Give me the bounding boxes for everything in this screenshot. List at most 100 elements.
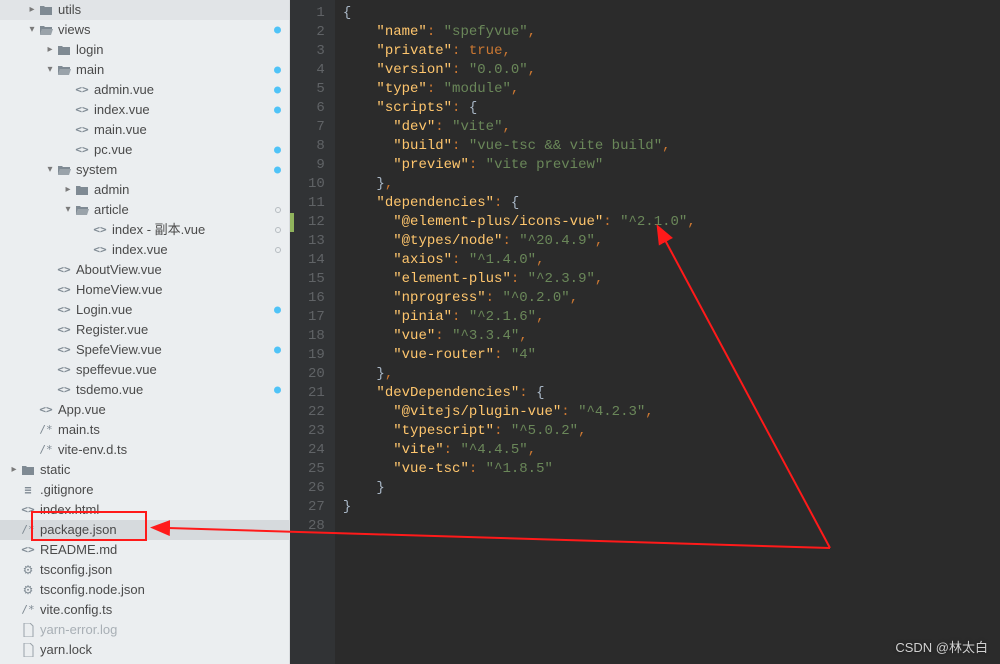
code-line[interactable]: "@element-plus/icons-vue": "^2.1.0", bbox=[343, 213, 696, 232]
chevron-icon: ▸ bbox=[44, 40, 56, 60]
tree-item[interactable]: /*main.ts bbox=[0, 420, 289, 440]
code-line[interactable]: "type": "module", bbox=[343, 80, 696, 99]
code-icon: <> bbox=[38, 402, 54, 418]
line-number: 8 bbox=[308, 137, 325, 156]
code-line[interactable]: "preview": "vite preview" bbox=[343, 156, 696, 175]
code-line[interactable]: { bbox=[343, 4, 696, 23]
vcs-dot-icon bbox=[274, 347, 281, 354]
line-number: 2 bbox=[308, 23, 325, 42]
tree-item[interactable]: <>App.vue bbox=[0, 400, 289, 420]
line-number: 19 bbox=[308, 346, 325, 365]
tree-item[interactable]: /*vite.config.ts bbox=[0, 600, 289, 620]
tree-item-label: Register.vue bbox=[76, 320, 148, 340]
code-icon: <> bbox=[92, 242, 108, 258]
tree-item[interactable]: <>SpefeView.vue bbox=[0, 340, 289, 360]
code-line[interactable]: "private": true, bbox=[343, 42, 696, 61]
code-icon: <> bbox=[56, 362, 72, 378]
code-line[interactable] bbox=[343, 517, 696, 536]
tree-item[interactable]: <>Login.vue bbox=[0, 300, 289, 320]
line-number: 9 bbox=[308, 156, 325, 175]
tree-item[interactable]: ▸utils bbox=[0, 0, 289, 20]
tree-item[interactable]: ▾main bbox=[0, 60, 289, 80]
tree-item-label: index.vue bbox=[112, 240, 168, 260]
tree-item-label: tsconfig.json bbox=[40, 560, 112, 580]
code-line[interactable]: "vite": "^4.4.5", bbox=[343, 441, 696, 460]
code-icon: <> bbox=[56, 282, 72, 298]
code-editor[interactable]: 1234567891011121314151617181920212223242… bbox=[290, 0, 1000, 664]
tree-item[interactable]: ⚙tsconfig.json bbox=[0, 560, 289, 580]
tree-item[interactable]: /*vite-env.d.ts bbox=[0, 440, 289, 460]
code-line[interactable]: "@vitejs/plugin-vue": "^4.2.3", bbox=[343, 403, 696, 422]
code-line[interactable]: "dev": "vite", bbox=[343, 118, 696, 137]
code-line[interactable]: "dependencies": { bbox=[343, 194, 696, 213]
code-line[interactable]: } bbox=[343, 479, 696, 498]
comment-icon: /* bbox=[20, 602, 36, 618]
tree-item[interactable]: ≡.gitignore bbox=[0, 480, 289, 500]
code-line[interactable]: "vue": "^3.3.4", bbox=[343, 327, 696, 346]
code-line[interactable]: "typescript": "^5.0.2", bbox=[343, 422, 696, 441]
code-line[interactable]: "vue-router": "4" bbox=[343, 346, 696, 365]
vcs-dot-icon bbox=[274, 87, 281, 94]
tree-item[interactable]: <>speffevue.vue bbox=[0, 360, 289, 380]
code-line[interactable]: "@types/node": "^20.4.9", bbox=[343, 232, 696, 251]
tree-item[interactable]: <>index.vue bbox=[0, 100, 289, 120]
tree-item[interactable]: ▾views bbox=[0, 20, 289, 40]
code-line[interactable]: } bbox=[343, 498, 696, 517]
code-line[interactable]: "pinia": "^2.1.6", bbox=[343, 308, 696, 327]
folder-icon bbox=[20, 462, 36, 478]
tree-item[interactable]: <>HomeView.vue bbox=[0, 280, 289, 300]
tree-item-label: main bbox=[76, 60, 104, 80]
line-number: 24 bbox=[308, 441, 325, 460]
tree-item-label: README.md bbox=[40, 540, 117, 560]
code-icon: <> bbox=[74, 122, 90, 138]
tree-item-label: views bbox=[58, 20, 91, 40]
code-area[interactable]: { "name": "spefyvue", "private": true, "… bbox=[335, 0, 696, 664]
code-line[interactable]: "element-plus": "^2.3.9", bbox=[343, 270, 696, 289]
tree-item-label: vite.config.ts bbox=[40, 600, 112, 620]
tree-item[interactable]: <>pc.vue bbox=[0, 140, 289, 160]
code-line[interactable]: "name": "spefyvue", bbox=[343, 23, 696, 42]
code-icon: <> bbox=[74, 102, 90, 118]
tree-item[interactable]: ⚙tsconfig.node.json bbox=[0, 580, 289, 600]
tree-item[interactable]: yarn.lock bbox=[0, 640, 289, 660]
line-number: 14 bbox=[308, 251, 325, 270]
code-line[interactable]: "build": "vue-tsc && vite build", bbox=[343, 137, 696, 156]
tree-item-label: App.vue bbox=[58, 400, 106, 420]
tree-item[interactable]: <>README.md bbox=[0, 540, 289, 560]
line-number: 28 bbox=[308, 517, 325, 536]
tree-item[interactable]: <>AboutView.vue bbox=[0, 260, 289, 280]
code-line[interactable]: "vue-tsc": "^1.8.5" bbox=[343, 460, 696, 479]
tree-item[interactable]: <>Register.vue bbox=[0, 320, 289, 340]
code-line[interactable]: "devDependencies": { bbox=[343, 384, 696, 403]
tree-item[interactable]: <>main.vue bbox=[0, 120, 289, 140]
tree-item[interactable]: ▸admin bbox=[0, 180, 289, 200]
chevron-icon: ▾ bbox=[62, 200, 74, 220]
tree-item[interactable]: <>index - 副本.vue bbox=[0, 220, 289, 240]
tree-item[interactable]: ▸login bbox=[0, 40, 289, 60]
code-icon: <> bbox=[56, 382, 72, 398]
tree-item[interactable]: <>index.vue bbox=[0, 240, 289, 260]
tree-item[interactable]: yarn-error.log bbox=[0, 620, 289, 640]
line-gutter: 1234567891011121314151617181920212223242… bbox=[290, 0, 335, 664]
tree-item[interactable]: ▾system bbox=[0, 160, 289, 180]
tree-item-label: speffevue.vue bbox=[76, 360, 157, 380]
code-line[interactable]: }, bbox=[343, 365, 696, 384]
gitignore-icon: ≡ bbox=[20, 482, 36, 498]
code-line[interactable]: "version": "0.0.0", bbox=[343, 61, 696, 80]
vcs-dot-icon bbox=[274, 307, 281, 314]
vcs-dot-icon bbox=[274, 107, 281, 114]
code-line[interactable]: "nprogress": "^0.2.0", bbox=[343, 289, 696, 308]
line-number: 11 bbox=[308, 194, 325, 213]
tree-item[interactable]: ▸static bbox=[0, 460, 289, 480]
code-line[interactable]: "axios": "^1.4.0", bbox=[343, 251, 696, 270]
code-line[interactable]: }, bbox=[343, 175, 696, 194]
file-explorer[interactable]: ▸utils▾views▸login▾main<>admin.vue<>inde… bbox=[0, 0, 290, 664]
tree-item[interactable]: <>admin.vue bbox=[0, 80, 289, 100]
tree-item[interactable]: <>tsdemo.vue bbox=[0, 380, 289, 400]
code-icon: <> bbox=[92, 222, 108, 238]
code-line[interactable]: "scripts": { bbox=[343, 99, 696, 118]
tree-item[interactable]: ▾article bbox=[0, 200, 289, 220]
tree-item-label: AboutView.vue bbox=[76, 260, 162, 280]
tree-item-label: system bbox=[76, 160, 117, 180]
code-icon: <> bbox=[56, 322, 72, 338]
